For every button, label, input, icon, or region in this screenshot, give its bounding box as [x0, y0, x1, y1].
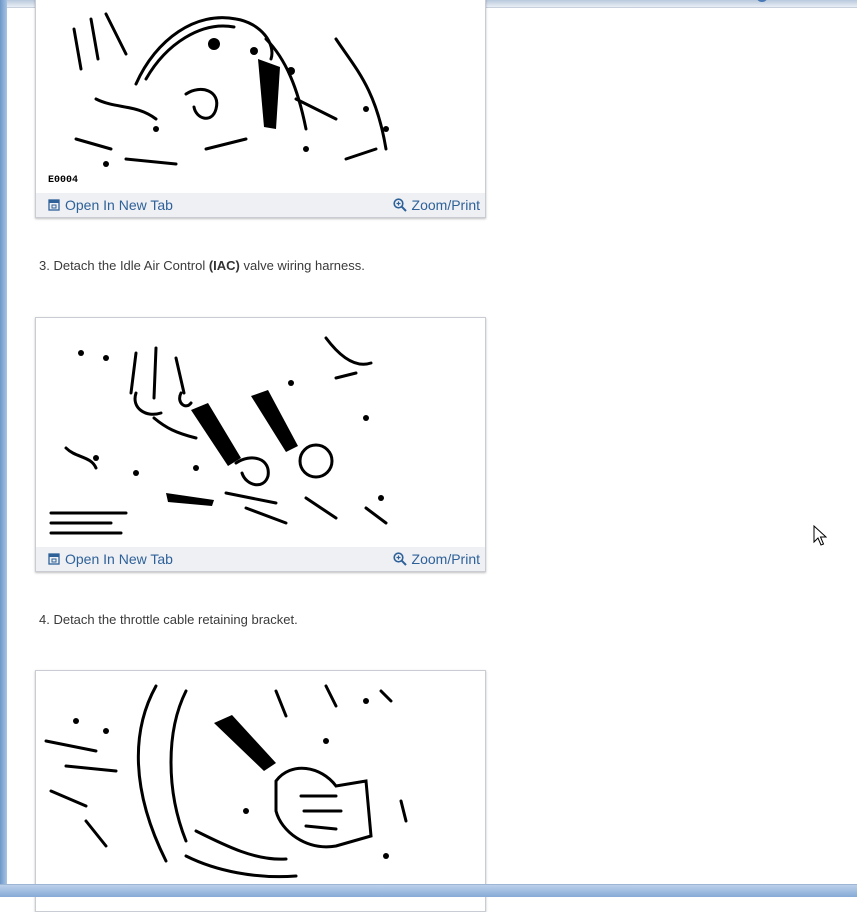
figure-1-open-new-tab-link[interactable]: Open In New Tab [48, 197, 173, 213]
zoom-magnifier-icon [392, 552, 407, 566]
figure-2-illustration[interactable] [36, 318, 485, 547]
window-control-dot[interactable] [756, 0, 768, 2]
mouse-pointer-icon [813, 525, 827, 546]
step-4-text: 4. Detach the throttle cable retaining b… [39, 612, 298, 627]
zoom-magnifier-icon [392, 198, 407, 212]
window-left-edge [0, 0, 7, 896]
figure-1-toolbar: Open In New Tab Zoom/Print [36, 193, 485, 217]
step-3-prefix: 3. Detach the Idle Air Control [39, 258, 209, 273]
step-3-text: 3. Detach the Idle Air Control (IAC) val… [39, 258, 365, 273]
open-new-tab-icon [48, 553, 60, 565]
figure-1-code: E0004 [48, 175, 78, 186]
zoom-print-label: Zoom/Print [411, 551, 480, 567]
step-3-suffix: valve wiring harness. [239, 258, 365, 273]
figure-2-toolbar: Open In New Tab Zoom/Print [36, 547, 485, 571]
figure-1-illustration[interactable]: E0004 [36, 0, 485, 193]
open-new-tab-label: Open In New Tab [65, 551, 173, 567]
step-3-bold-term: (IAC) [208, 258, 240, 273]
open-new-tab-label: Open In New Tab [65, 197, 173, 213]
figure-2-open-new-tab-link[interactable]: Open In New Tab [48, 551, 173, 567]
figure-3-illustration[interactable] [36, 671, 485, 885]
figure-2: Open In New Tab Zoom/Print [35, 317, 486, 572]
figure-3 [35, 670, 486, 912]
figure-1-zoom-print-link[interactable]: Zoom/Print [392, 197, 480, 213]
figure-1: E0004 Open In New Tab Zoom/Print [35, 0, 486, 218]
figure-2-zoom-print-link[interactable]: Zoom/Print [392, 551, 480, 567]
window-bottom-edge [0, 884, 857, 897]
open-new-tab-icon [48, 199, 60, 211]
zoom-print-label: Zoom/Print [411, 197, 480, 213]
step-4-prefix: 4. Detach the throttle cable retaining b… [39, 612, 298, 627]
